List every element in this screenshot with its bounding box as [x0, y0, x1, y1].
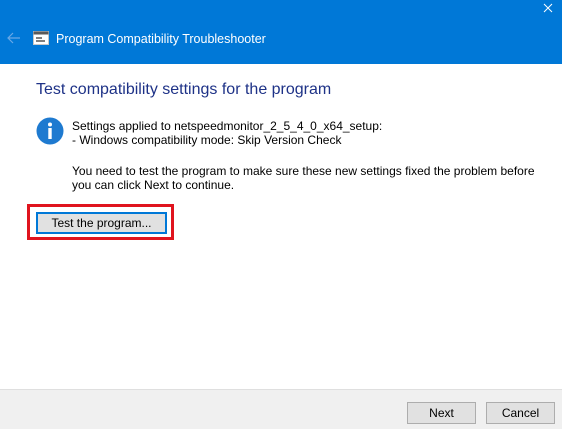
title-bar: Program Compatibility Troubleshooter: [0, 0, 562, 64]
cancel-button[interactable]: Cancel: [486, 402, 555, 424]
back-arrow-icon[interactable]: [6, 30, 22, 46]
instruction-text-line2: you can click Next to continue.: [72, 178, 235, 192]
settings-applied-text: Settings applied to netspeedmonitor_2_5_…: [72, 119, 383, 133]
compatibility-mode-text: - Windows compatibility mode: Skip Versi…: [72, 133, 342, 147]
instruction-text-line1: You need to test the program to make sur…: [72, 164, 535, 178]
close-icon[interactable]: [540, 0, 558, 22]
window-title: Program Compatibility Troubleshooter: [56, 32, 266, 46]
troubleshooter-app-icon: [33, 31, 49, 45]
next-button[interactable]: Next: [407, 402, 476, 424]
footer-bar: Next Cancel: [0, 389, 562, 429]
test-program-button[interactable]: Test the program...: [36, 212, 167, 234]
page-heading: Test compatibility settings for the prog…: [36, 81, 332, 98]
info-icon: [36, 117, 64, 145]
